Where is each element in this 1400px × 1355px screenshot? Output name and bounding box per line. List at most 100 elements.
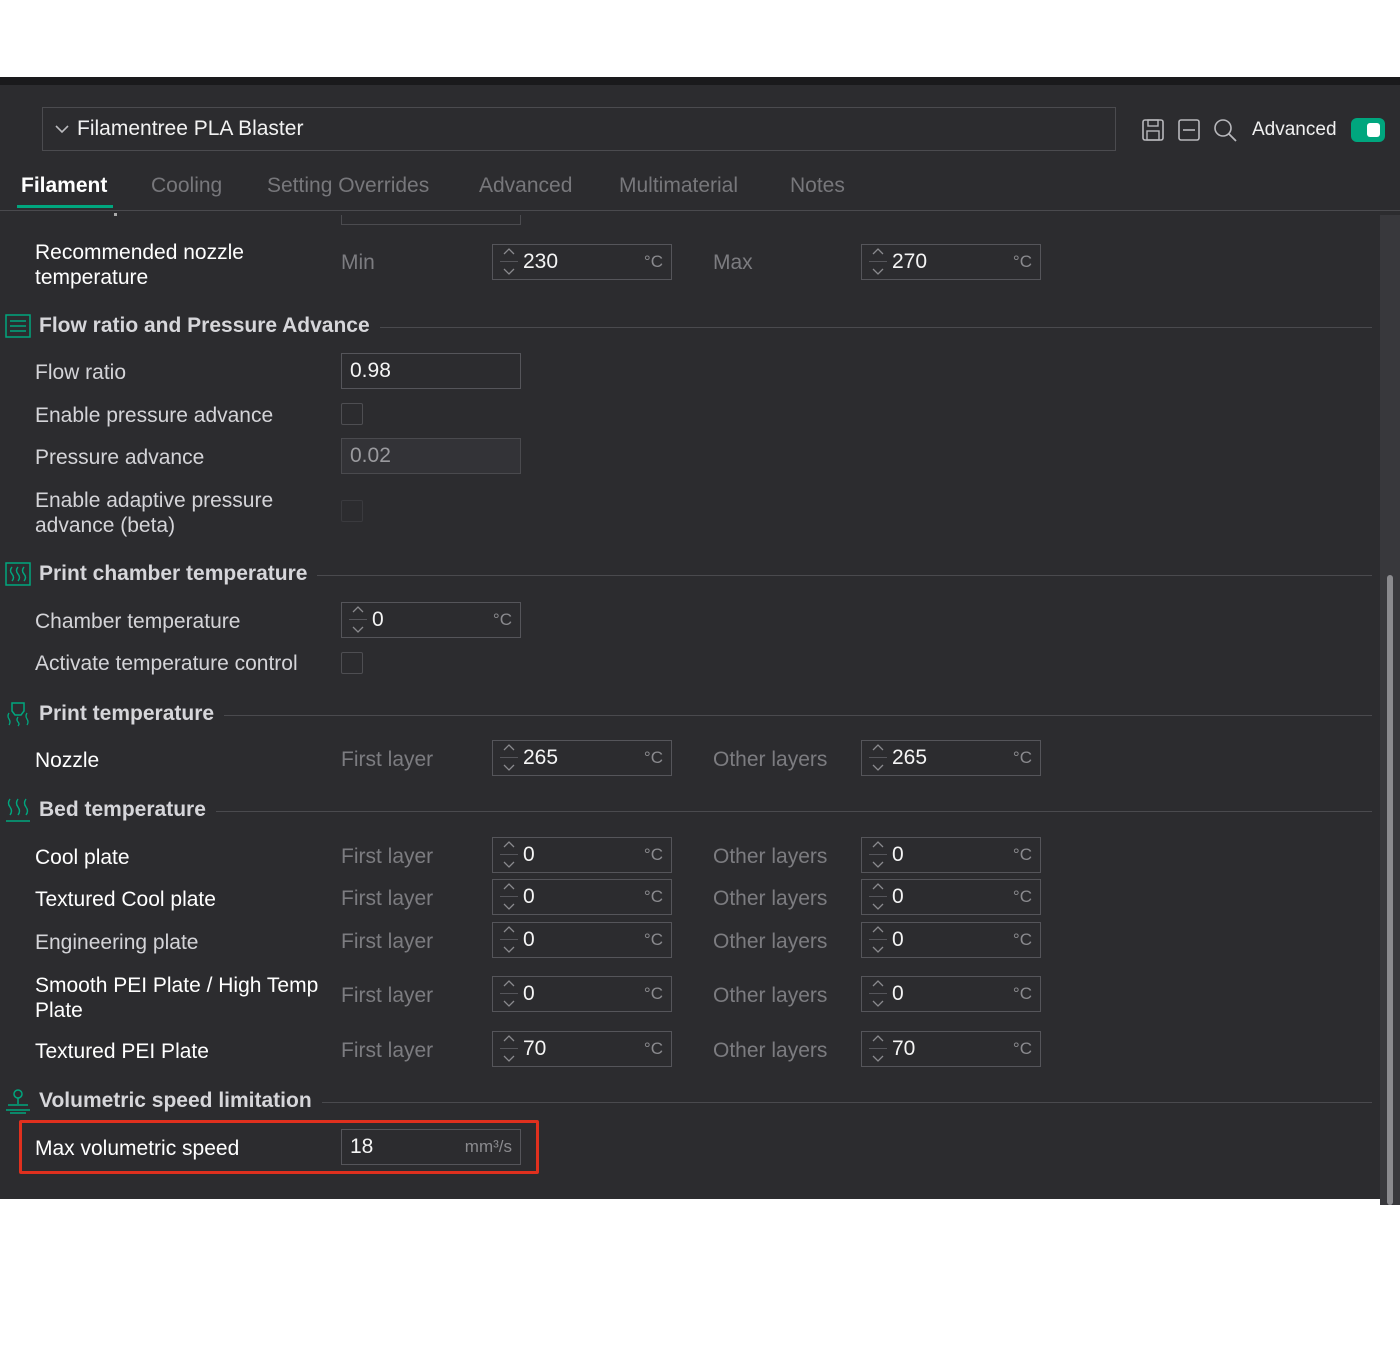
textured-cool-plate-other-layers-input[interactable]: 0 °C [861, 879, 1041, 915]
search-icon[interactable] [1212, 117, 1238, 143]
print-temperature-section-header: Print temperature [4, 699, 1372, 729]
engineering-plate-other-layers-input[interactable]: 0 °C [861, 922, 1041, 958]
tab-setting-overrides[interactable]: Setting Overrides [267, 174, 429, 198]
engineering-plate-first-layer-input[interactable]: 0 °C [492, 922, 672, 958]
textured-pei-plate-other-layers-input[interactable]: 70 °C [861, 1031, 1041, 1067]
spinner-icon[interactable] [866, 741, 890, 775]
spinner-icon[interactable] [497, 245, 521, 279]
pressure-advance-input[interactable]: 0.02 [341, 438, 521, 474]
spinner-icon[interactable] [497, 923, 521, 957]
chamber-temperature-label: Chamber temperature [35, 610, 241, 633]
spinner-icon[interactable] [497, 838, 521, 872]
save-icon[interactable] [1140, 117, 1166, 143]
nozzle-heat-icon [7, 702, 29, 727]
field-value: 70 [523, 1037, 547, 1060]
cut-off-label [114, 213, 117, 216]
nozzle-max-temp-input[interactable]: 270 °C [861, 244, 1041, 280]
section-title: Print chamber temperature [39, 562, 308, 585]
first-layer-label: First layer [341, 887, 434, 910]
cool-plate-first-layer-input[interactable]: 0 °C [492, 837, 672, 873]
nozzle-other-layers-input[interactable]: 265 °C [861, 740, 1041, 776]
spinner-icon[interactable] [346, 603, 370, 637]
preset-selector[interactable]: Filamentree PLA Blaster [42, 107, 1116, 151]
spinner-icon[interactable] [866, 245, 890, 279]
enable-pressure-advance-checkbox[interactable] [341, 403, 363, 425]
cool-plate-label: Cool plate [35, 846, 130, 869]
textured-cool-plate-label: Textured Cool plate [35, 888, 216, 911]
nozzle-label: Nozzle [35, 749, 100, 772]
other-layers-label: Other layers [713, 984, 828, 1007]
section-divider [317, 574, 1372, 576]
field-value: 70 [892, 1037, 916, 1060]
field-value: 230 [523, 250, 559, 273]
list-settings-icon [5, 314, 31, 338]
field-value: 0 [892, 928, 904, 951]
pressure-advance-label: Pressure advance [35, 446, 205, 469]
enable-pressure-advance-label: Enable pressure advance [35, 404, 274, 427]
nozzle-min-temp-input[interactable]: 230 °C [492, 244, 672, 280]
spinner-icon[interactable] [866, 838, 890, 872]
section-title: Print temperature [39, 702, 215, 725]
other-layers-label: Other layers [713, 1039, 828, 1062]
adaptive-pressure-advance-checkbox[interactable] [341, 500, 363, 522]
tab-advanced[interactable]: Advanced [479, 174, 572, 198]
unit-celsius: °C [1012, 748, 1032, 767]
textured-pei-plate-first-layer-input[interactable]: 70 °C [492, 1031, 672, 1067]
volumetric-speed-icon [6, 1089, 30, 1114]
spinner-icon[interactable] [866, 880, 890, 914]
filament-settings-panel: Filamentree PLA Blaster Advanced Filamen… [0, 77, 1400, 1205]
first-layer-label: First layer [341, 845, 434, 868]
tab-notes[interactable]: Notes [790, 174, 845, 198]
unit-celsius: °C [1012, 930, 1032, 949]
bed-heat-icon [6, 798, 30, 822]
section-title: Volumetric speed limitation [39, 1089, 312, 1112]
unit-celsius: °C [1012, 845, 1032, 864]
activate-temperature-control-checkbox[interactable] [341, 652, 363, 674]
cut-off-field [341, 215, 521, 225]
flow-ratio-input[interactable]: 0.98 [341, 353, 521, 389]
spinner-icon[interactable] [497, 1032, 521, 1066]
spinner-icon[interactable] [866, 923, 890, 957]
toolbar: Advanced [1140, 115, 1385, 145]
unit-celsius: °C [643, 748, 663, 767]
section-divider [224, 714, 1372, 716]
tab-cooling[interactable]: Cooling [151, 174, 222, 198]
tab-multimaterial[interactable]: Multimaterial [619, 174, 738, 198]
unit-celsius: °C [643, 984, 663, 1003]
compare-icon[interactable] [1176, 117, 1202, 143]
chamber-temperature-input[interactable]: 0 °C [341, 602, 521, 638]
field-value: 0 [372, 608, 384, 631]
chamber-section-header: Print chamber temperature [4, 559, 1372, 589]
first-layer-label: First layer [341, 748, 434, 771]
other-layers-label: Other layers [713, 887, 828, 910]
spinner-icon[interactable] [497, 977, 521, 1011]
spinner-icon[interactable] [866, 1032, 890, 1066]
bed-temperature-section-header: Bed temperature [4, 795, 1372, 825]
tab-bar: Filament Cooling Setting Overrides Advan… [0, 171, 1400, 211]
scrollbar-thumb[interactable] [1387, 575, 1393, 1205]
smooth-pei-plate-other-layers-input[interactable]: 0 °C [861, 976, 1041, 1012]
smooth-pei-plate-first-layer-input[interactable]: 0 °C [492, 976, 672, 1012]
section-title: Bed temperature [39, 798, 206, 821]
cool-plate-other-layers-input[interactable]: 0 °C [861, 837, 1041, 873]
textured-cool-plate-first-layer-input[interactable]: 0 °C [492, 879, 672, 915]
tab-filament[interactable]: Filament [21, 174, 107, 198]
min-label: Min [341, 251, 375, 274]
field-value: 0 [523, 885, 535, 908]
spinner-icon[interactable] [497, 880, 521, 914]
unit-celsius: °C [643, 930, 663, 949]
flow-section-header: Flow ratio and Pressure Advance [4, 311, 1372, 341]
toggle-knob [1366, 123, 1380, 137]
flow-ratio-label: Flow ratio [35, 361, 127, 384]
first-layer-label: First layer [341, 930, 434, 953]
section-divider [321, 1101, 1372, 1103]
spinner-icon[interactable] [866, 977, 890, 1011]
annotation-highlight-box [19, 1120, 539, 1174]
advanced-mode-toggle[interactable] [1350, 118, 1385, 142]
spinner-icon[interactable] [497, 741, 521, 775]
recommended-nozzle-label: Recommended nozzle temperature [35, 241, 244, 289]
nozzle-first-layer-input[interactable]: 265 °C [492, 740, 672, 776]
unit-celsius: °C [643, 252, 663, 271]
chevron-down-icon [55, 125, 69, 134]
activate-temperature-control-label: Activate temperature control [35, 652, 298, 675]
